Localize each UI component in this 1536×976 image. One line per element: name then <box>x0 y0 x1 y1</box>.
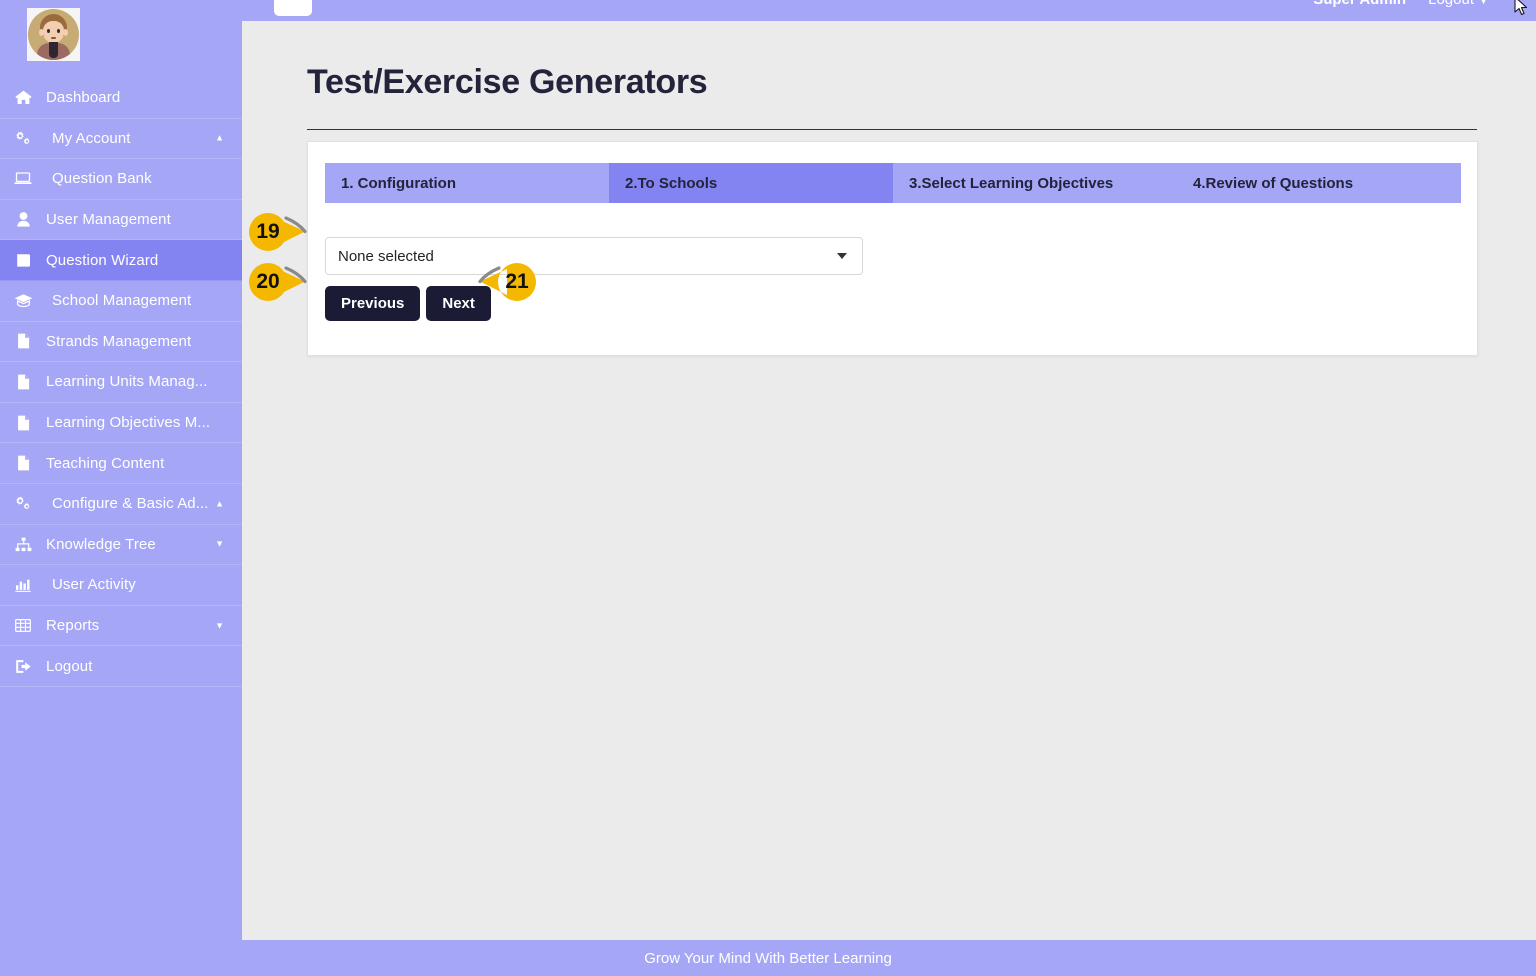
file-icon <box>0 333 46 349</box>
wizard-tab-label: 4.Review of Questions <box>1193 174 1354 192</box>
sidebar-item-label: Dashboard <box>46 89 121 107</box>
sidebar-item-knowledge-tree[interactable]: Knowledge Tree ▼ <box>0 525 242 566</box>
menu-toggle-button[interactable] <box>274 0 312 16</box>
file-icon <box>0 374 46 390</box>
footer-text: Grow Your Mind With Better Learning <box>644 949 892 967</box>
annotation-marker-number: 19 <box>256 220 280 243</box>
sidebar-item-label: My Account <box>52 129 131 147</box>
file-icon <box>0 455 46 471</box>
user-icon <box>0 212 46 227</box>
sidebar: Dashboard My Account ▲ Question Bank User Ma… <box>0 0 242 940</box>
home-icon <box>0 90 46 105</box>
header-logout-link[interactable]: Logout <box>1428 0 1474 8</box>
chevron-up-icon: ▲ <box>215 498 224 509</box>
wizard-tab-4[interactable]: 4.Review of Questions <box>1177 163 1461 203</box>
sidebar-item-label: User Activity <box>52 576 136 594</box>
laptop-icon <box>0 171 46 186</box>
sidebar-item-label: Question Wizard <box>46 251 159 269</box>
mouse-cursor-icon <box>1514 0 1528 16</box>
file-icon <box>0 415 46 431</box>
sidebar-item-label: Knowledge Tree <box>46 535 156 553</box>
sidebar-item-dashboard[interactable]: Dashboard <box>0 78 242 119</box>
wizard-tab-label: 3.Select Learning Objectives <box>909 174 1114 192</box>
avatar-image <box>28 9 79 60</box>
sidebar-item-question-wizard[interactable]: Question Wizard <box>0 240 242 281</box>
sidebar-item-label: Teaching Content <box>46 454 165 472</box>
annotation-marker-19: 19 <box>246 210 308 254</box>
annotation-marker-21: 21 <box>477 260 539 304</box>
annotation-marker-20: 20 <box>246 260 308 304</box>
main-content: Test/Exercise Generators 1. Configuratio… <box>242 21 1536 940</box>
sidebar-item-strands-management[interactable]: Strands Management <box>0 322 242 363</box>
chevron-down-icon: ▼ <box>215 620 224 631</box>
sidebar-nav: Dashboard My Account ▲ Question Bank User Ma… <box>0 78 242 687</box>
title-divider <box>307 129 1477 130</box>
sidebar-item-configure-basic-ad[interactable]: Configure & Basic Ad... ▲ <box>0 484 242 525</box>
wizard-tab-3[interactable]: 3.Select Learning Objectives <box>893 163 1177 203</box>
table-icon <box>0 618 46 633</box>
sidebar-item-label: User Management <box>46 211 171 229</box>
previous-button[interactable]: Previous <box>325 286 421 321</box>
chart-bar-icon <box>0 577 46 593</box>
sidebar-item-reports[interactable]: Reports ▼ <box>0 606 242 647</box>
annotation-marker-number: 21 <box>505 270 529 293</box>
wizard-tab-2[interactable]: 2.To Schools <box>609 163 893 203</box>
wizard-tabs: 1. Configuration 2.To Schools 3.Select Lea… <box>325 163 1461 203</box>
wizard-tab-label: 1. Configuration <box>341 174 456 192</box>
wizard-tab-1[interactable]: 1. Configuration <box>325 163 609 203</box>
chevron-down-icon: ▼ <box>215 538 224 549</box>
school-select[interactable]: None selected <box>325 237 863 275</box>
sidebar-item-label: Strands Management <box>46 332 192 350</box>
sign-out-icon <box>0 659 46 674</box>
sidebar-item-school-management[interactable]: School Management <box>0 281 242 322</box>
header-username: Super Admin <box>1313 0 1406 8</box>
chevron-down-icon[interactable]: ▼ <box>1479 0 1488 6</box>
sidebar-item-user-activity[interactable]: User Activity <box>0 565 242 606</box>
gears-icon <box>0 496 46 511</box>
sidebar-item-question-bank[interactable]: Question Bank <box>0 159 242 200</box>
sidebar-item-label: Learning Units Manag... <box>46 373 208 391</box>
wizard-tab-label: 2.To Schools <box>625 174 718 192</box>
sidebar-item-teaching-content[interactable]: Teaching Content <box>0 443 242 484</box>
graduation-icon <box>0 293 46 308</box>
page-title: Test/Exercise Generators <box>307 63 708 101</box>
school-select-row: None selected <box>325 237 863 275</box>
gears-icon <box>0 131 46 146</box>
sidebar-item-label: Logout <box>46 657 93 675</box>
sidebar-item-learning-units-manag[interactable]: Learning Units Manag... <box>0 362 242 403</box>
sidebar-item-user-management[interactable]: User Management <box>0 200 242 241</box>
sidebar-item-label: Configure & Basic Ad... <box>52 495 209 513</box>
sidebar-item-label: Reports <box>46 617 100 635</box>
book-icon <box>0 253 46 268</box>
top-header: Super Admin Logout ▼ <box>242 0 1536 21</box>
sitemap-icon <box>0 537 46 552</box>
app-root: Dashboard My Account ▲ Question Bank User Ma… <box>0 0 1536 976</box>
sidebar-item-label: Question Bank <box>52 170 152 188</box>
wizard-card: 1. Configuration 2.To Schools 3.Select Lea… <box>307 141 1478 356</box>
wizard-button-row: Previous Next <box>325 286 491 321</box>
sidebar-item-learning-objectives-m[interactable]: Learning Objectives M... <box>0 403 242 444</box>
sidebar-item-logout[interactable]: Logout <box>0 646 242 687</box>
page-footer: Grow Your Mind With Better Learning <box>0 940 1536 976</box>
chevron-up-icon: ▲ <box>215 132 224 143</box>
sidebar-item-label: School Management <box>52 292 192 310</box>
sidebar-item-label: Learning Objectives M... <box>46 414 211 432</box>
avatar[interactable] <box>27 8 80 61</box>
annotation-marker-number: 20 <box>256 270 280 293</box>
sidebar-item-my-account[interactable]: My Account ▲ <box>0 119 242 160</box>
